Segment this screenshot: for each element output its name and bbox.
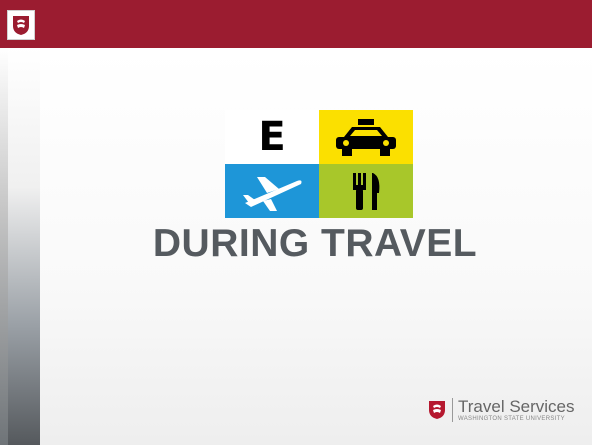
tile-airplane — [225, 164, 319, 218]
airplane-icon — [243, 177, 302, 211]
slide-title: DURING TRAVEL — [152, 222, 478, 265]
travel-services-branding: Travel Services WASHINGTON STATE UNIVERS… — [428, 392, 575, 428]
tile-taxi — [319, 110, 413, 164]
letter-e-icon: E — [258, 114, 286, 160]
brand-text: Travel Services WASHINGTON STATE UNIVERS… — [452, 396, 575, 423]
tile-restaurant — [319, 164, 413, 218]
university-logo — [7, 10, 35, 40]
taxi-icon — [336, 119, 396, 156]
left-edge-shade — [0, 48, 8, 445]
cougar-logo-icon — [429, 401, 445, 419]
tile-letter-e: E — [225, 110, 319, 164]
slide: E DURING TRAVEL Travel Services WASHINGT… — [0, 0, 592, 445]
fork-knife-icon — [353, 173, 380, 210]
brand-subtitle: WASHINGTON STATE UNIVERSITY — [458, 416, 565, 423]
brand-name: Travel Services — [458, 396, 575, 416]
travel-icons-grid: E — [225, 110, 413, 218]
header-bar — [0, 0, 592, 49]
cougar-shield-icon — [13, 16, 29, 35]
